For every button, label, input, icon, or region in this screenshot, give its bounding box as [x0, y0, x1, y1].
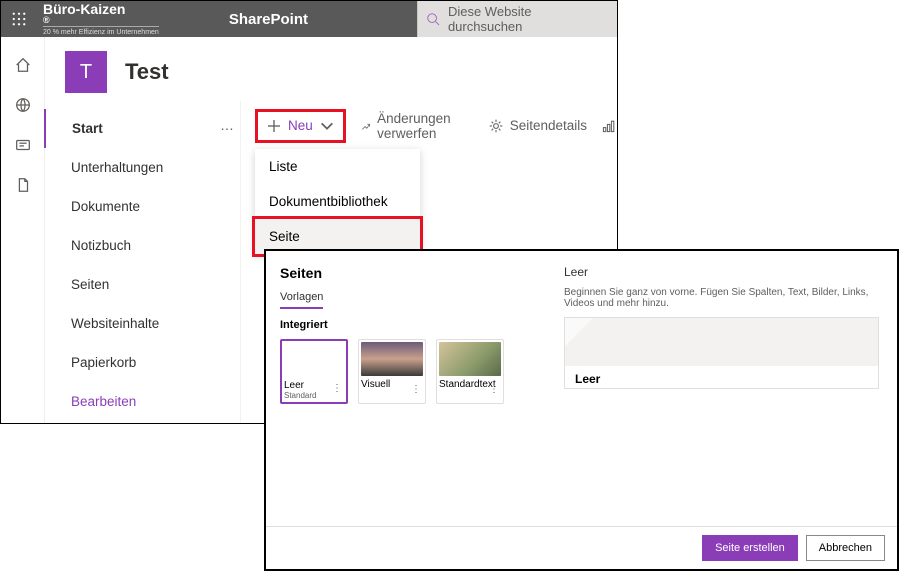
dialog-right-panel: Leer Beginnen Sie ganz von vorne. Fügen … [546, 251, 897, 526]
new-dropdown: Liste Dokumentbibliothek Seite [255, 149, 420, 254]
page-template-dialog: Seiten Vorlagen Integriert Leer Standard… [265, 250, 898, 570]
search-box[interactable]: Diese Website durchsuchen [417, 1, 617, 37]
dialog-footer: Seite erstellen Abbrechen [266, 526, 897, 569]
template-more-icon[interactable]: ⋮ [411, 384, 421, 395]
brand-name: Büro-Kaizen [43, 2, 159, 16]
left-nav: Start Unterhaltungen Dokumente Notizbuch… [45, 101, 240, 423]
dialog-left-header: Seiten [280, 265, 532, 281]
template-thumb [439, 342, 501, 376]
analytics-icon [601, 118, 617, 134]
dd-item-liste[interactable]: Liste [255, 149, 420, 184]
new-label: Neu [288, 118, 313, 133]
dialog-left-panel: Seiten Vorlagen Integriert Leer Standard… [266, 251, 546, 526]
file-icon[interactable] [13, 175, 33, 195]
new-button[interactable]: Neu [258, 112, 343, 140]
create-page-button[interactable]: Seite erstellen [702, 535, 798, 561]
page-details-button[interactable]: Seitendetails [488, 118, 587, 134]
plus-icon [266, 118, 282, 134]
discard-icon [360, 118, 371, 134]
suite-bar: Büro-Kaizen® 20 % mehr Effizienz im Unte… [1, 1, 617, 37]
brand-reg: ® [43, 16, 159, 25]
app-launcher-icon[interactable] [1, 1, 37, 37]
nav-item-notizbuch[interactable]: Notizbuch [45, 226, 240, 265]
dialog-right-desc: Beginnen Sie ganz von vorne. Fügen Sie S… [564, 287, 879, 309]
dd-item-seite[interactable]: Seite [255, 219, 420, 254]
search-placeholder: Diese Website durchsuchen [448, 4, 609, 34]
dialog-right-header: Leer [564, 265, 879, 279]
preview-hero [565, 318, 878, 366]
highlight-box-neu: Neu [255, 109, 346, 143]
news-icon[interactable] [13, 135, 33, 155]
cancel-button[interactable]: Abbrechen [806, 535, 885, 561]
template-preview: Leer [564, 317, 879, 389]
discard-label: Änderungen verwerfen [377, 111, 474, 141]
dialog-body: Seiten Vorlagen Integriert Leer Standard… [266, 251, 897, 526]
nav-item-websiteinhalte[interactable]: Websiteinhalte [45, 304, 240, 343]
template-leer[interactable]: Leer Standard ⋮ [280, 339, 348, 404]
nav-item-bearbeiten[interactable]: Bearbeiten [45, 382, 240, 421]
site-name: Test [125, 59, 169, 85]
gear-icon [488, 118, 504, 134]
template-more-icon[interactable]: ⋮ [332, 383, 342, 394]
nav-item-start[interactable]: Start [44, 109, 240, 148]
chevron-down-icon [319, 118, 335, 134]
nav-item-unterhaltungen[interactable]: Unterhaltungen [45, 148, 240, 187]
overflow-button[interactable] [601, 118, 617, 134]
nav-item-papierkorb[interactable]: Papierkorb [45, 343, 240, 382]
site-header: T Test [45, 37, 617, 101]
template-standardtext[interactable]: Standardtext ⋮ [436, 339, 504, 404]
search-icon [426, 12, 440, 26]
dd-item-dokumentbibliothek[interactable]: Dokumentbibliothek [255, 184, 420, 219]
brand-logo: Büro-Kaizen® 20 % mehr Effizienz im Unte… [43, 2, 159, 36]
template-list: Leer Standard ⋮ Visuell ⋮ Standardtext ⋮ [280, 339, 532, 404]
nav-item-dokumente[interactable]: Dokumente [45, 187, 240, 226]
template-visuell[interactable]: Visuell ⋮ [358, 339, 426, 404]
preview-title: Leer [565, 366, 878, 392]
nav-item-seiten[interactable]: Seiten [45, 265, 240, 304]
template-thumb [284, 343, 344, 377]
globe-icon[interactable] [13, 95, 33, 115]
command-bar: Neu Änderungen verwerfen Seitendetails [241, 101, 617, 149]
discard-button[interactable]: Änderungen verwerfen [360, 111, 474, 141]
tab-vorlagen[interactable]: Vorlagen [280, 291, 323, 309]
page-details-label: Seitendetails [510, 118, 587, 133]
app-title: SharePoint [229, 11, 308, 28]
brand-slogan: 20 % mehr Effizienz im Unternehmen [43, 26, 159, 36]
home-icon[interactable] [13, 55, 33, 75]
template-thumb [361, 342, 423, 376]
site-tile[interactable]: T [65, 51, 107, 93]
template-more-icon[interactable]: ⋮ [489, 384, 499, 395]
nav-overflow-icon[interactable]: … [220, 117, 234, 133]
app-rail [1, 37, 45, 423]
section-integriert: Integriert [280, 319, 532, 331]
dialog-tabs: Vorlagen [280, 291, 532, 309]
